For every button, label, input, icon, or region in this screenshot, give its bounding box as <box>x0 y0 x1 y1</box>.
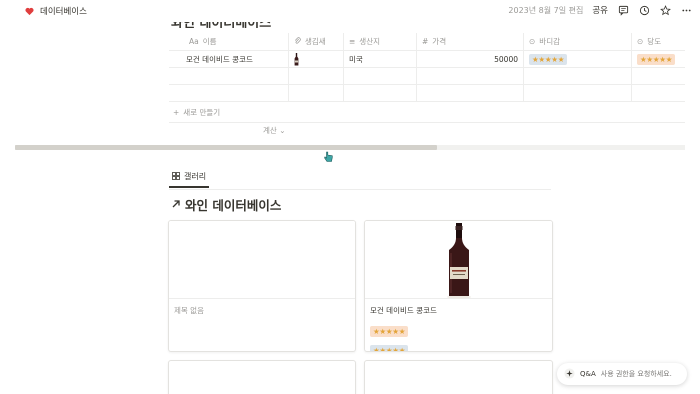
card-preview-image <box>365 221 552 299</box>
history-clock-icon[interactable] <box>638 4 650 16</box>
card-rating-chip-sweetness: ★★★★★ <box>370 326 409 337</box>
gallery-grid-icon <box>172 171 180 182</box>
paperclip-icon <box>294 36 301 47</box>
new-row-button[interactable]: + 새로 만들기 <box>173 107 220 118</box>
table-row-empty[interactable] <box>169 68 685 85</box>
cell-origin[interactable]: 미국 <box>344 51 417 67</box>
card-title: 제목 없음 <box>174 306 204 315</box>
arrow-up-right-icon <box>171 197 181 212</box>
cell-price[interactable]: 50000 <box>417 51 524 67</box>
select-property-icon: ⊙ <box>529 37 536 46</box>
new-row-label: 새로 만들기 <box>183 108 221 117</box>
card-title: 모건 데이비드 콩코드 <box>370 306 437 315</box>
header-sweetness[interactable]: ⊙ 당도 <box>632 33 685 50</box>
select-property-icon: ⊙ <box>637 37 644 46</box>
table-row[interactable]: 모건 데이비드 콩코드 미국 50000 ★★★★★ ★★★★★ <box>169 51 685 68</box>
tab-underline <box>169 189 551 190</box>
cell-name[interactable]: 모건 데이비드 콩코드 <box>169 51 289 67</box>
body-rating-chip: ★★★★★ <box>529 53 568 65</box>
header-origin[interactable]: ≡ 생산지 <box>344 33 417 50</box>
breadcrumb[interactable]: 데이터베이스 <box>25 5 87 17</box>
top-bar: 데이터베이스 2023년 8월 7일 편집 공유 <box>0 0 700 22</box>
last-edited-text: 2023년 8월 7일 편집 <box>508 5 584 15</box>
gallery-card[interactable] <box>168 360 356 394</box>
wine-bottle-thumbnail <box>294 53 299 66</box>
cell-body[interactable]: ★★★★★ <box>524 51 632 67</box>
calculate-button[interactable]: 계산 ⌄ <box>263 125 286 136</box>
cell-image[interactable] <box>289 51 344 67</box>
cell-sweetness[interactable]: ★★★★★ <box>632 51 685 67</box>
tab-gallery[interactable]: 갤러리 <box>169 171 210 188</box>
scrollbar-thumb[interactable] <box>15 145 438 150</box>
breadcrumb-label[interactable]: 데이터베이스 <box>40 5 87 17</box>
linked-database-title[interactable]: 와인 데이터베이스 <box>171 195 281 214</box>
plus-icon: + <box>173 108 180 117</box>
text-property-icon: Aa <box>189 37 199 46</box>
number-property-icon: # <box>422 37 429 46</box>
more-options-icon[interactable] <box>680 4 692 16</box>
header-price[interactable]: # 가격 <box>417 33 524 50</box>
heart-icon <box>25 7 34 16</box>
share-button[interactable]: 공유 <box>592 4 608 16</box>
favorite-star-icon[interactable] <box>659 4 671 16</box>
qa-label: Q&A <box>580 370 596 378</box>
sweetness-rating-chip: ★★★★★ <box>637 53 676 65</box>
hand-cursor-icon <box>324 148 333 167</box>
linked-database-title-label: 와인 데이터베이스 <box>185 198 282 213</box>
qa-help-button[interactable]: Q&A 사용 권한을 요청하세요. <box>557 363 687 385</box>
header-name[interactable]: Aa 이름 <box>169 33 289 50</box>
header-body[interactable]: ⊙ 바디감 <box>524 33 632 50</box>
gallery-card-wine[interactable]: 모건 데이비드 콩코드 ★★★★★ ★★★★★ <box>364 220 553 352</box>
list-property-icon: ≡ <box>349 37 356 46</box>
wine-bottle-image <box>447 223 471 299</box>
table-row-empty[interactable] <box>169 85 685 102</box>
comment-icon[interactable] <box>617 4 629 16</box>
qa-note: 사용 권한을 요청하세요. <box>600 370 672 378</box>
horizontal-scrollbar[interactable] <box>15 145 685 150</box>
header-image[interactable]: 생김새 <box>289 33 344 50</box>
gallery-card-untitled[interactable]: 제목 없음 <box>168 220 356 352</box>
table-header-row: Aa 이름 생김새 ≡ 생산지 # 가격 ⊙ 바디감 ⊙ 당도 <box>169 33 685 51</box>
card-preview-empty <box>169 221 355 299</box>
chevron-down-icon: ⌄ <box>279 126 286 135</box>
card-rating-chip-body: ★★★★★ <box>370 345 409 351</box>
database-table: Aa 이름 생김새 ≡ 생산지 # 가격 ⊙ 바디감 ⊙ 당도 모건 데이비드 … <box>169 33 685 102</box>
sparkle-icon <box>564 367 575 381</box>
tab-gallery-label: 갤러리 <box>184 172 207 181</box>
gallery-card[interactable] <box>364 360 553 394</box>
divider <box>169 122 685 123</box>
